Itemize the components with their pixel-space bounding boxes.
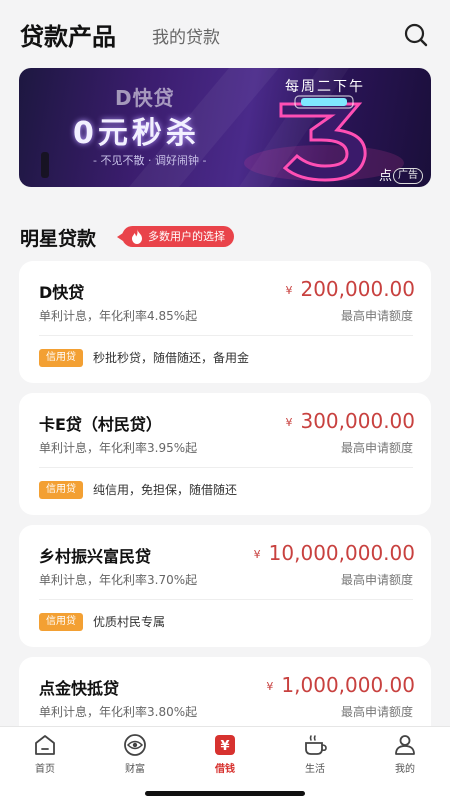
currency-symbol: ¥ [285, 416, 293, 429]
tab-home[interactable]: 首页 [20, 733, 70, 777]
banner-time-unit: 点 [379, 169, 393, 184]
product-features: 纯信用，免担保，随借随还 [93, 483, 238, 497]
product-list: D快贷 ¥200,000.00 单利计息，年化利率4.85%起 最高申请额度 信… [19, 261, 431, 789]
amount-value: 200,000.00 [300, 277, 415, 301]
eye-icon [124, 734, 146, 756]
product-name: 乡村振兴富民贷 [39, 547, 152, 566]
tab-label: 生活 [305, 764, 325, 775]
amount-value: 10,000,000.00 [268, 541, 415, 565]
divider [39, 467, 413, 468]
currency-symbol: ¥ [285, 284, 293, 297]
currency-symbol: ¥ [253, 548, 261, 561]
tab-wealth[interactable]: 财富 [110, 733, 160, 777]
page-title[interactable]: 贷款产品 [20, 17, 116, 52]
header: 贷款产品 我的贷款 [0, 0, 450, 62]
credit-tag: 信用贷 [39, 349, 83, 367]
divider [39, 599, 413, 600]
product-rate: 单利计息，年化利率3.95%起 [39, 441, 198, 455]
quota-label: 最高申请额度 [340, 705, 413, 719]
currency-symbol: ¥ [266, 680, 274, 693]
quota-label: 最高申请额度 [340, 441, 413, 455]
product-name: 点金快抵贷 [39, 679, 120, 698]
home-icon [35, 735, 55, 755]
promo-banner[interactable]: D快贷 0元秒杀 - 不见不散 · 调好闹钟 - 每周二下午 点 广告 [19, 68, 431, 187]
product-amount: ¥300,000.00 [285, 409, 415, 433]
product-rate: 单利计息，年化利率4.85%起 [39, 309, 198, 323]
tab-life[interactable]: 生活 [290, 733, 340, 777]
credit-tag: 信用贷 [39, 613, 83, 631]
product-card[interactable]: D快贷 ¥200,000.00 单利计息，年化利率4.85%起 最高申请额度 信… [19, 261, 431, 383]
quota-label: 最高申请额度 [340, 309, 413, 323]
bottom-tab-bar: 首页 财富 ¥ 借钱 生活 我的 [0, 726, 450, 800]
badge-label: 多数用户的选择 [148, 230, 225, 243]
flame-icon [132, 229, 142, 244]
user-icon [395, 735, 415, 755]
product-rate: 单利计息，年化利率3.70%起 [39, 573, 198, 587]
yen-icon: ¥ [215, 735, 235, 755]
tab-label: 借钱 [215, 764, 235, 775]
quota-label: 最高申请额度 [340, 573, 413, 587]
tab-label: 我的 [395, 764, 415, 775]
product-amount: ¥200,000.00 [285, 277, 415, 301]
product-amount: ¥10,000,000.00 [254, 541, 415, 565]
banner-subtext: - 不见不散 · 调好闹钟 - [93, 154, 207, 167]
amount-value: 300,000.00 [300, 409, 415, 433]
product-amount: ¥1,000,000.00 [266, 673, 415, 697]
section-title: 明星贷款 [20, 228, 97, 250]
tab-my-loans[interactable]: 我的贷款 [152, 23, 220, 48]
product-features: 优质村民专属 [93, 615, 166, 629]
cup-icon [305, 735, 327, 755]
tab-label: 首页 [35, 764, 55, 775]
banner-product-name: D快贷 [115, 86, 175, 110]
amount-value: 1,000,000.00 [281, 673, 415, 697]
home-indicator [145, 791, 305, 796]
tab-borrow[interactable]: ¥ 借钱 [200, 733, 250, 777]
svg-text:¥: ¥ [220, 739, 229, 754]
tab-label: 财富 [125, 764, 145, 775]
product-card[interactable]: 乡村振兴富民贷 ¥10,000,000.00 单利计息，年化利率3.70%起 最… [19, 525, 431, 647]
product-features: 秒批秒贷，随借随还，备用金 [93, 351, 250, 365]
product-name: 卡E贷（村民贷） [39, 415, 162, 434]
search-icon[interactable] [403, 22, 429, 48]
credit-tag: 信用贷 [39, 481, 83, 499]
product-name: D快贷 [39, 283, 85, 302]
banner-week-text: 每周二下午 [285, 79, 365, 95]
product-card[interactable]: 卡E贷（村民贷） ¥300,000.00 单利计息，年化利率3.95%起 最高申… [19, 393, 431, 515]
popular-badge: 多数用户的选择 [117, 226, 234, 247]
product-rate: 单利计息，年化利率3.80%起 [39, 705, 198, 719]
banner-headline: 0元秒杀 [73, 116, 200, 151]
divider [39, 335, 413, 336]
ad-badge: 广告 [393, 168, 423, 184]
tab-mine[interactable]: 我的 [380, 733, 430, 777]
